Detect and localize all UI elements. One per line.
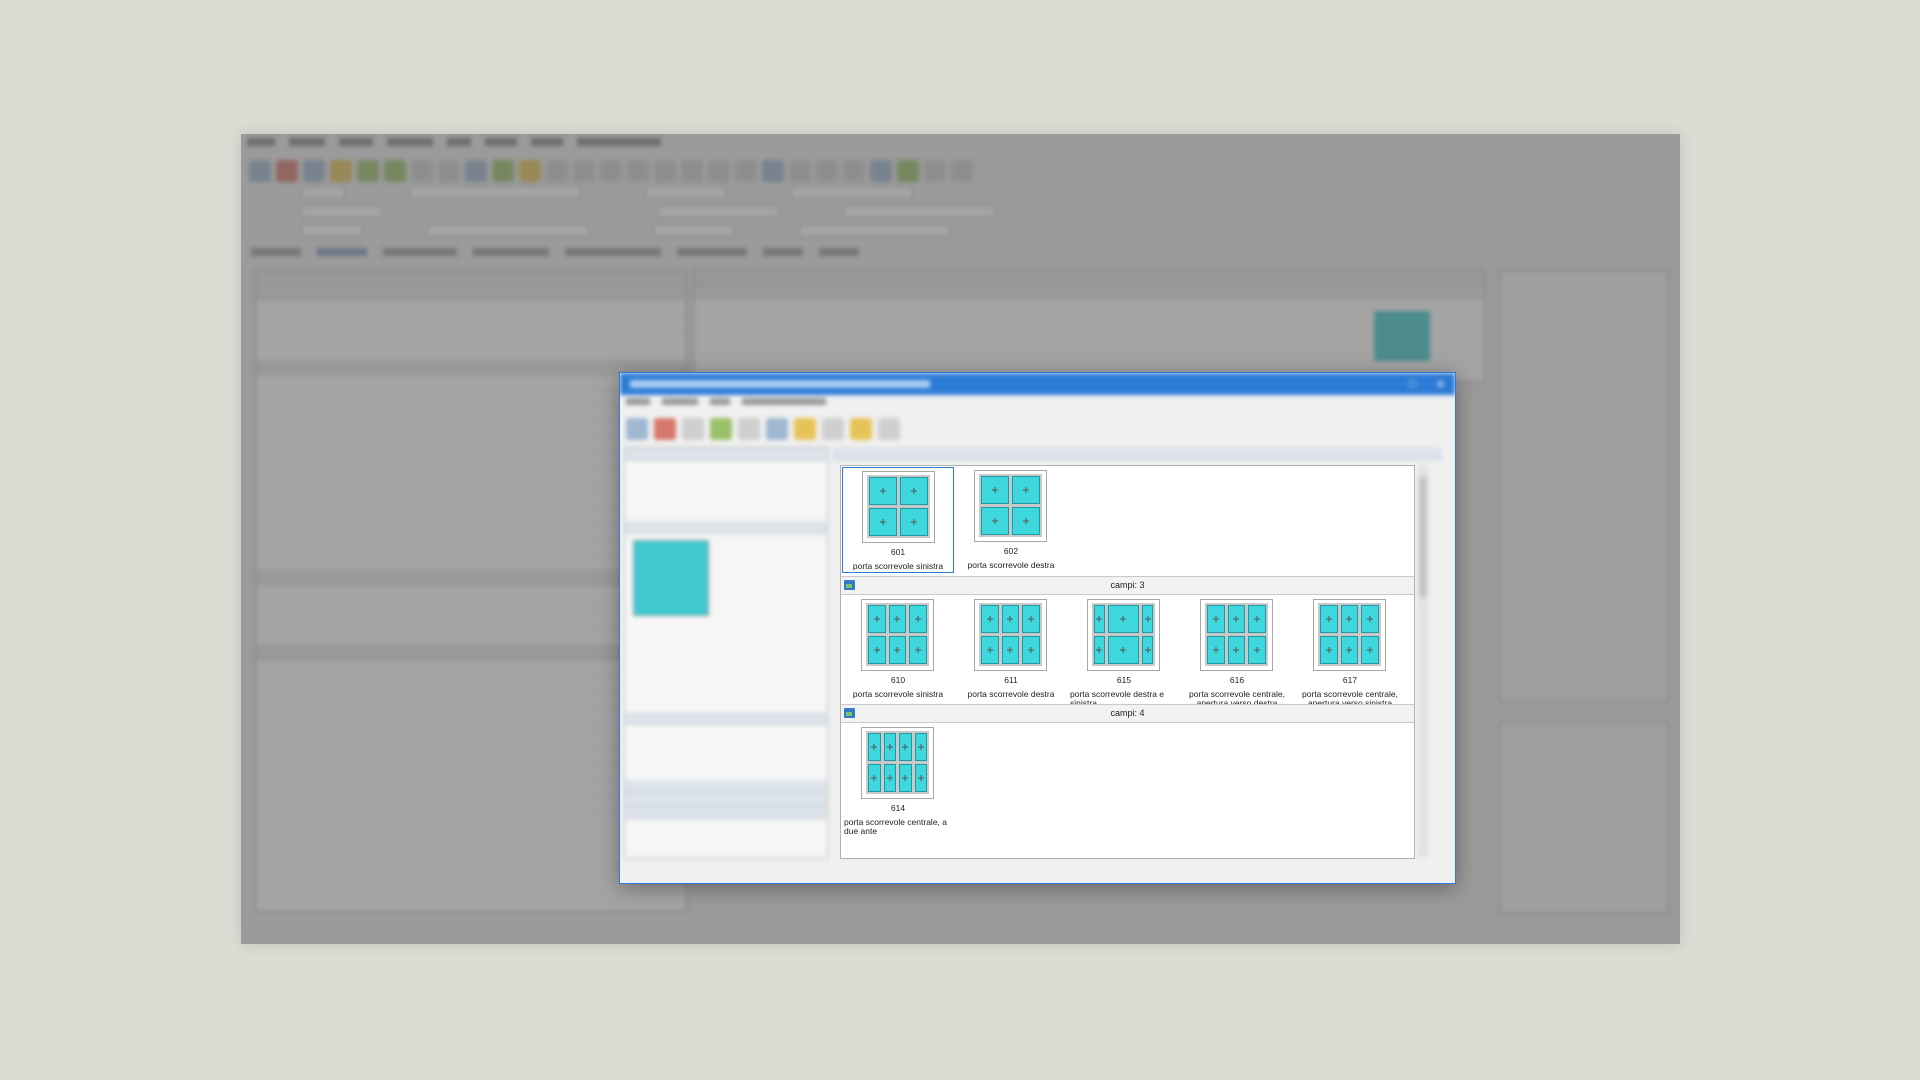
people-icon[interactable] xyxy=(330,160,352,182)
item-caption: porta scorrevole destra xyxy=(967,560,1055,570)
gallery-item[interactable]: 615 porta scorrevole destra e sinistra xyxy=(1068,596,1180,708)
maximize-icon[interactable]: □ xyxy=(1409,378,1416,391)
settings-icon[interactable] xyxy=(249,160,271,182)
item-caption: porta scorrevole sinistra xyxy=(852,561,944,571)
star-icon[interactable] xyxy=(850,418,872,440)
item-number: 601 xyxy=(890,547,906,557)
gallery-group: 614 porta scorrevole centrale, a due ant… xyxy=(841,723,1414,836)
group-header-label: campi: 4 xyxy=(1110,708,1145,718)
save-icon[interactable] xyxy=(303,160,325,182)
globe-icon[interactable] xyxy=(762,160,784,182)
group-header[interactable]: campi: 3 xyxy=(841,576,1414,595)
window-type-thumbnail xyxy=(974,599,1047,671)
group-image-icon xyxy=(844,580,855,590)
lookup-filter-panel[interactable] xyxy=(624,447,828,859)
right-side-panels xyxy=(1499,270,1669,914)
item-caption: porta scorrevole centrale, a due ante xyxy=(844,817,947,836)
item-number: 615 xyxy=(1116,675,1132,685)
list-icon[interactable] xyxy=(546,160,568,182)
close-circle-icon[interactable] xyxy=(276,160,298,182)
window-type-thumbnail xyxy=(861,599,934,671)
main-menubar[interactable] xyxy=(241,134,1680,154)
cut-icon[interactable] xyxy=(708,160,730,182)
undo-icon[interactable] xyxy=(816,160,838,182)
item-caption: porta scorrevole sinistra xyxy=(852,689,944,699)
item-number: 616 xyxy=(1229,675,1245,685)
edit-icon[interactable] xyxy=(789,160,811,182)
window-type-thumbnail xyxy=(862,471,935,543)
close-circle-icon[interactable] xyxy=(654,418,676,440)
save-icon[interactable] xyxy=(766,418,788,440)
item-number: 614 xyxy=(890,803,906,813)
gallery-item[interactable]: 617 porta scorrevole centrale, apertura … xyxy=(1294,596,1406,708)
document-icon[interactable] xyxy=(411,160,433,182)
users-icon[interactable] xyxy=(492,160,514,182)
gallery-item[interactable]: 610 porta scorrevole sinistra xyxy=(842,596,954,702)
sync-icon[interactable] xyxy=(870,160,892,182)
window-type-thumbnail xyxy=(861,727,934,799)
gallery-scrollbar[interactable] xyxy=(1418,465,1428,857)
position-thumbnail xyxy=(1374,311,1430,361)
settings-icon[interactable] xyxy=(626,418,648,440)
close-icon[interactable]: ✕ xyxy=(1436,378,1445,391)
gallery-item[interactable]: 611 porta scorrevole destra xyxy=(955,596,1067,702)
gallery-item[interactable]: 614 porta scorrevole centrale, a due ant… xyxy=(842,724,954,836)
info-icon[interactable] xyxy=(843,160,865,182)
clipboard-icon[interactable] xyxy=(951,160,973,182)
gallery-item[interactable]: 602 porta scorrevole destra xyxy=(955,467,1067,573)
collapse-icon[interactable] xyxy=(738,418,760,440)
order-tabs[interactable] xyxy=(251,248,859,256)
window-type-gallery[interactable]: 601 porta scorrevole sinistra 602 porta … xyxy=(840,465,1415,859)
group-icon[interactable] xyxy=(357,160,379,182)
item-number: 611 xyxy=(1004,675,1018,685)
refresh-icon[interactable] xyxy=(384,160,406,182)
table-icon[interactable] xyxy=(438,160,460,182)
main-toolbar xyxy=(241,154,1680,188)
gallery-item[interactable]: 601 porta scorrevole sinistra xyxy=(842,467,954,573)
item-number: 610 xyxy=(890,675,906,685)
item-caption: porta scorrevole destra xyxy=(967,689,1055,699)
window-type-thumbnail xyxy=(1313,599,1386,671)
document-icon[interactable] xyxy=(878,418,900,440)
positions-table[interactable] xyxy=(693,270,1485,382)
move-icon[interactable] xyxy=(600,160,622,182)
paste-icon[interactable] xyxy=(681,160,703,182)
window-type-thumbnail xyxy=(1087,599,1160,671)
item-number: 602 xyxy=(1003,546,1019,556)
group-header[interactable]: campi: 4 xyxy=(841,704,1414,723)
tools-icon[interactable] xyxy=(897,160,919,182)
view-icon[interactable] xyxy=(682,418,704,440)
item-number: 617 xyxy=(1342,675,1358,685)
pen-icon[interactable] xyxy=(794,418,816,440)
calendar-icon[interactable] xyxy=(465,160,487,182)
copy-icon[interactable] xyxy=(654,160,676,182)
window-type-thumbnail xyxy=(974,470,1047,542)
order-header-form xyxy=(249,186,1399,246)
gallery-item[interactable]: 616 porta scorrevole centrale, apertura … xyxy=(1181,596,1293,708)
gallery-group: 610 porta scorrevole sinistra 611 porta … xyxy=(841,595,1414,708)
group-image-icon xyxy=(844,708,855,718)
edit-icon[interactable] xyxy=(822,418,844,440)
print-icon[interactable] xyxy=(735,160,757,182)
pen-icon[interactable] xyxy=(519,160,541,182)
numbers-icon[interactable] xyxy=(627,160,649,182)
gallery-group: 601 porta scorrevole sinistra 602 porta … xyxy=(841,466,1414,576)
lookup-toolbar xyxy=(620,412,1455,446)
lookup-menubar[interactable] xyxy=(620,395,1455,412)
align-icon[interactable] xyxy=(573,160,595,182)
filter-icon[interactable] xyxy=(924,160,946,182)
lookup-statusbar xyxy=(624,865,1449,879)
lookup-title-bar[interactable]: □ ✕ xyxy=(620,373,1455,395)
thumbnails-icon[interactable] xyxy=(710,418,732,440)
group-header-label: campi: 3 xyxy=(1110,580,1145,590)
window-type-thumbnail xyxy=(1200,599,1273,671)
